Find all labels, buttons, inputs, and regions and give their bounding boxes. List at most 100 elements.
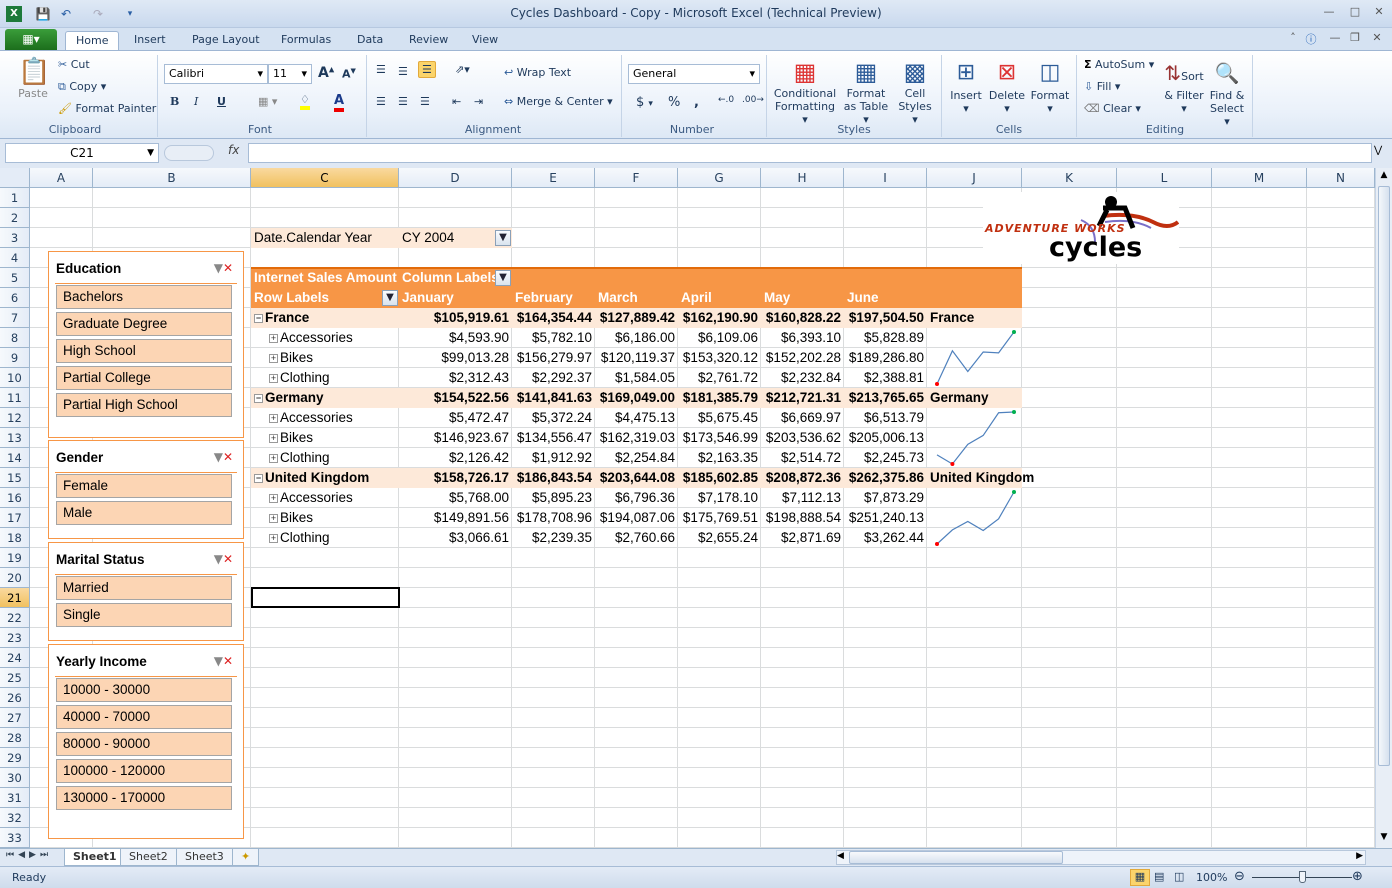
row-header-10[interactable]: 10 [0,368,30,388]
tab-formulas[interactable]: Formulas [271,31,341,51]
row-header-30[interactable]: 30 [0,768,30,788]
row-header-13[interactable]: 13 [0,428,30,448]
column-header-e[interactable]: E [512,168,595,188]
row-header-28[interactable]: 28 [0,728,30,748]
underline-button[interactable]: U [217,95,226,108]
slicer-item[interactable]: Partial College [56,366,232,390]
formula-bar-resize-handle[interactable] [164,145,214,161]
clear-filter-icon[interactable]: ▼✕ [214,552,233,566]
column-header-b[interactable]: B [93,168,251,188]
find-select-button[interactable]: 🔍Find & Select ▾ [1206,57,1248,128]
clear-filter-icon[interactable]: ▼✕ [214,654,233,668]
minimize-icon[interactable]: — [1320,5,1338,21]
shrink-font-icon[interactable]: A▼ [342,67,356,81]
horizontal-scroll-thumb[interactable] [849,851,1063,864]
expand-icon[interactable]: + [269,494,278,503]
paste-button[interactable]: 📋 Paste [18,57,50,100]
zoom-in-icon[interactable]: ⊕ [1352,869,1363,884]
scroll-up-icon[interactable]: ▲ [1376,170,1392,180]
vertical-scroll-thumb[interactable] [1378,186,1390,766]
workbook-minimize-icon[interactable]: — [1326,31,1344,47]
formula-input[interactable] [248,143,1372,163]
row-header-3[interactable]: 3 [0,228,30,248]
tab-view[interactable]: View [462,31,508,51]
row-header-19[interactable]: 19 [0,548,30,568]
slicer-item[interactable]: 100000 - 120000 [56,759,232,783]
row-header-33[interactable]: 33 [0,828,30,848]
delete-cells-button[interactable]: ⊠ Delete ▾ [988,57,1026,115]
row-header-2[interactable]: 2 [0,208,30,228]
slicer-item[interactable]: Graduate Degree [56,312,232,336]
slicer-item[interactable]: Male [56,501,232,525]
row-header-7[interactable]: 7 [0,308,30,328]
wrap-text-button[interactable]: ↩ Wrap Text [504,66,571,79]
italic-button[interactable]: I [194,95,198,108]
country-row-label[interactable]: − France [251,308,399,328]
slicer-item[interactable]: Bachelors [56,285,232,309]
increase-indent-icon[interactable]: ⇥ [474,95,483,108]
expand-icon[interactable]: + [269,454,278,463]
page-layout-view-icon[interactable]: ▤ [1154,870,1164,883]
scroll-left-icon[interactable]: ◀ [837,851,844,861]
align-middle-icon[interactable]: ☰ [398,65,408,78]
category-row-label[interactable]: + Clothing [251,448,399,468]
expand-icon[interactable]: + [269,434,278,443]
column-header-g[interactable]: G [678,168,761,188]
sheet-tab-sheet2[interactable]: Sheet2 [120,849,177,866]
borders-icon[interactable]: ▦ ▾ [258,95,277,108]
row-header-12[interactable]: 12 [0,408,30,428]
row-header-6[interactable]: 6 [0,288,30,308]
close-icon[interactable]: ✕ [1370,5,1388,21]
slicer-item[interactable]: 130000 - 170000 [56,786,232,810]
zoom-slider-thumb[interactable] [1299,871,1306,883]
font-name-dropdown[interactable]: Calibri ▾ [164,64,268,84]
row-header-29[interactable]: 29 [0,748,30,768]
row-header-26[interactable]: 26 [0,688,30,708]
page-break-view-icon[interactable]: ◫ [1174,870,1184,883]
sort-filter-button[interactable]: ⇅Sort & Filter ▾ [1164,57,1204,115]
selected-cell-c21[interactable] [251,587,400,608]
fill-color-icon[interactable]: ♢ [300,93,310,110]
row-header-18[interactable]: 18 [0,528,30,548]
slicer-item[interactable]: Single [56,603,232,627]
decrease-indent-icon[interactable]: ⇤ [452,95,461,108]
bold-button[interactable]: B [170,95,179,108]
row-header-21[interactable]: 21 [0,588,30,608]
slicer-item[interactable]: 80000 - 90000 [56,732,232,756]
fill-button[interactable]: ⇩ Fill ▾ [1084,80,1120,93]
expand-icon[interactable]: + [269,534,278,543]
maximize-icon[interactable]: □ [1346,5,1364,21]
help-icon[interactable]: ⓘ [1302,31,1320,47]
expand-collapse-icon[interactable]: − [254,314,263,323]
zoom-level[interactable]: 100% [1196,871,1227,884]
filter-dropdown-button[interactable]: ▼ [495,230,511,246]
column-header-j[interactable]: J [927,168,1022,188]
row-header-8[interactable]: 8 [0,328,30,348]
clear-filter-icon[interactable]: ▼✕ [214,261,233,275]
row-header-9[interactable]: 9 [0,348,30,368]
orientation-icon[interactable]: ⇗▾ [455,63,470,76]
align-right-icon[interactable]: ☰ [420,95,430,108]
align-top-icon[interactable]: ☰ [376,63,386,76]
cut-button[interactable]: ✂ Cut [58,58,90,71]
sheet-tab-sheet3[interactable]: Sheet3 [176,849,233,866]
column-header-h[interactable]: H [761,168,844,188]
category-row-label[interactable]: + Bikes [251,348,399,368]
column-header-d[interactable]: D [399,168,512,188]
align-left-icon[interactable]: ☰ [376,95,386,108]
category-row-label[interactable]: + Bikes [251,508,399,528]
column-header-c[interactable]: C [251,168,399,188]
column-header-m[interactable]: M [1212,168,1307,188]
column-header-n[interactable]: N [1307,168,1375,188]
conditional-formatting-button[interactable]: ▦Conditional Formatting ▾ [772,57,838,126]
expand-icon[interactable]: + [269,334,278,343]
column-header-f[interactable]: F [595,168,678,188]
row-header-20[interactable]: 20 [0,568,30,588]
column-header-k[interactable]: K [1022,168,1117,188]
currency-button[interactable]: $ ▾ [636,95,653,110]
slicer-item[interactable]: Married [56,576,232,600]
row-header-32[interactable]: 32 [0,808,30,828]
worksheet-grid[interactable]: A B C D E F G H I J K L M N 1 2 3 4 5 6 7 8 9 10 11 12 13 14 15 16 17 1… [0,168,1375,848]
row-header-11[interactable]: 11 [0,388,30,408]
category-row-label[interactable]: + Accessories [251,488,399,508]
